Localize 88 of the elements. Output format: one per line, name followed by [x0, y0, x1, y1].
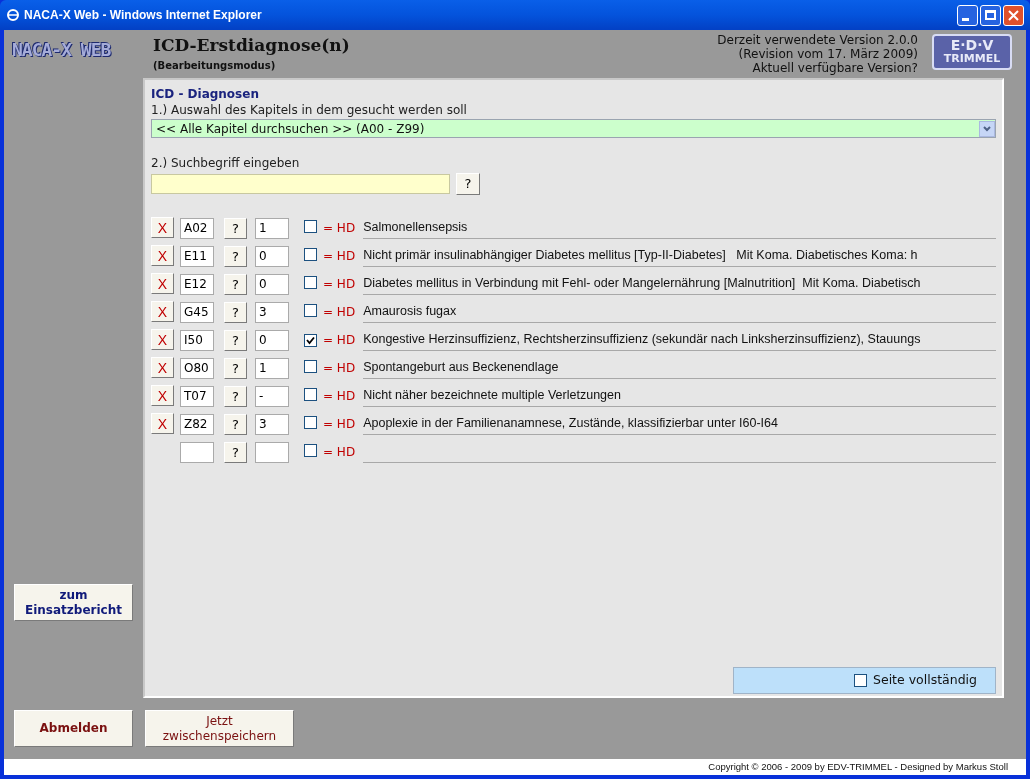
- remove-button[interactable]: X: [151, 385, 174, 406]
- diagnosis-description: Kongestive Herzinsuffizienz, Rechtsherzinsuffizienz (sekundär nach Linksherzinsuffizienz), Stauungs: [363, 329, 996, 351]
- code-field[interactable]: E12: [180, 273, 214, 295]
- hd-label: = HD: [323, 304, 356, 321]
- help-button[interactable]: ?: [224, 413, 247, 435]
- checkbox[interactable]: [304, 334, 317, 347]
- code-field[interactable]: [180, 441, 214, 463]
- checkbox[interactable]: [304, 416, 317, 429]
- help-button[interactable]: ?: [224, 301, 247, 323]
- code-field[interactable]: O80: [180, 357, 214, 379]
- logout-button[interactable]: Abmelden: [14, 710, 133, 747]
- remove-button[interactable]: X: [151, 301, 174, 322]
- save-button[interactable]: Jetzt zwischenspeichern: [145, 710, 294, 747]
- hd-label: = HD: [323, 360, 356, 377]
- search-field[interactable]: [151, 174, 450, 194]
- help-button[interactable]: ?: [224, 217, 247, 239]
- hd-label: = HD: [323, 388, 356, 405]
- section-heading: ICD - Diagnosen: [151, 87, 260, 102]
- minimize-button[interactable]: [957, 4, 978, 26]
- hd-label: = HD: [323, 444, 356, 461]
- diagnosis-description: Spontangeburt aus Beckenendlage: [363, 357, 996, 379]
- value-field[interactable]: 0: [255, 329, 289, 351]
- help-button[interactable]: ?: [224, 357, 247, 379]
- copyright-text: Copyright © 2006 - 2009 by EDV-TRIMMEL - Designed by Markus Stoll: [708, 759, 1008, 774]
- remove-button[interactable]: X: [151, 329, 174, 350]
- diagnosis-description: Apoplexie in der Familienanamnese, Zustände, klassifizierbar unter I60-I64: [363, 413, 996, 435]
- maximize-button[interactable]: [980, 4, 1001, 26]
- hd-label: = HD: [323, 276, 356, 293]
- checkbox[interactable]: [304, 220, 317, 233]
- remove-button[interactable]: X: [151, 357, 174, 378]
- value-field[interactable]: 3: [255, 301, 289, 323]
- hd-label: = HD: [323, 220, 356, 237]
- einsatzbericht-button[interactable]: zum Einsatzbericht: [14, 584, 133, 621]
- code-field[interactable]: G45: [180, 301, 214, 323]
- checkbox[interactable]: [304, 360, 317, 373]
- checkbox[interactable]: [854, 674, 867, 687]
- close-button[interactable]: [1003, 4, 1024, 26]
- code-field[interactable]: I50: [180, 329, 214, 351]
- version-info: (Revision vom 17. März 2009): [738, 47, 918, 61]
- close-icon: [1008, 9, 1019, 21]
- diagnosis-description: Amaurosis fugax: [363, 301, 996, 323]
- version-link[interactable]: Aktuell verfügbare Version?: [752, 61, 918, 75]
- version-info: Derzeit verwendete Version 2.0.0: [717, 33, 918, 47]
- value-field[interactable]: 0: [255, 245, 289, 267]
- help-button[interactable]: ?: [224, 329, 247, 351]
- logo-text: TRIMMEL: [943, 52, 1001, 66]
- value-field[interactable]: -: [255, 385, 289, 407]
- code-field[interactable]: A02: [180, 217, 214, 239]
- checkbox[interactable]: [304, 388, 317, 401]
- help-button[interactable]: ?: [224, 441, 247, 463]
- help-button[interactable]: ?: [224, 245, 247, 267]
- remove-button[interactable]: X: [151, 413, 174, 434]
- value-field[interactable]: 1: [255, 217, 289, 239]
- window-title: NACA-X Web - Windows Internet Explorer: [24, 7, 262, 24]
- checkbox[interactable]: [304, 276, 317, 289]
- code-field[interactable]: T07: [180, 385, 214, 407]
- logo-text: E·D·V: [950, 38, 994, 52]
- checkbox[interactable]: [304, 444, 317, 457]
- hd-label: = HD: [323, 416, 356, 433]
- chapter-label: 1.) Auswahl des Kapitels in dem gesucht werden soll: [151, 102, 468, 118]
- browser-icon: [6, 8, 20, 22]
- search-label: 2.) Suchbegriff eingeben: [151, 155, 301, 171]
- code-field[interactable]: Z82: [180, 413, 214, 435]
- value-field[interactable]: 0: [255, 273, 289, 295]
- diagnosis-description: Nicht näher bezeichnete multiple Verletzungen: [363, 385, 996, 407]
- diagnosis-description: Diabetes mellitus in Verbindung mit Fehl- oder Mangelernährung [Malnutrition] Mit Koma. Diabetisch: [363, 273, 996, 295]
- hd-label: = HD: [323, 332, 356, 349]
- value-field[interactable]: 3: [255, 413, 289, 435]
- code-field[interactable]: E11: [180, 245, 214, 267]
- help-button[interactable]: ?: [456, 173, 480, 195]
- remove-button[interactable]: X: [151, 245, 174, 266]
- help-button[interactable]: ?: [224, 273, 247, 295]
- value-field[interactable]: [255, 441, 289, 463]
- checkmark-icon: [306, 336, 315, 345]
- page-title: ICD-Erstdiagnose(n): [153, 34, 350, 56]
- diagnosis-description: Nicht primär insulinabhängiger Diabetes mellitus [Typ-II-Diabetes] Mit Koma. Diabetisches Koma: h: [363, 245, 996, 267]
- app-logo: NACA-X WEB: [12, 39, 111, 60]
- page-subtitle: (Bearbeitungsmodus): [153, 59, 277, 73]
- chapter-select[interactable]: << Alle Kapitel durchsuchen >> (A00 - Z99): [151, 119, 996, 138]
- value-field[interactable]: 1: [255, 357, 289, 379]
- remove-button[interactable]: X: [151, 273, 174, 294]
- remove-button[interactable]: X: [151, 217, 174, 238]
- page-complete-label: Seite vollständig: [873, 671, 977, 690]
- checkbox[interactable]: [304, 248, 317, 261]
- help-button[interactable]: ?: [224, 385, 247, 407]
- checkbox[interactable]: [304, 304, 317, 317]
- hd-label: = HD: [323, 248, 356, 265]
- diagnosis-description: Salmonellensepsis: [363, 217, 996, 239]
